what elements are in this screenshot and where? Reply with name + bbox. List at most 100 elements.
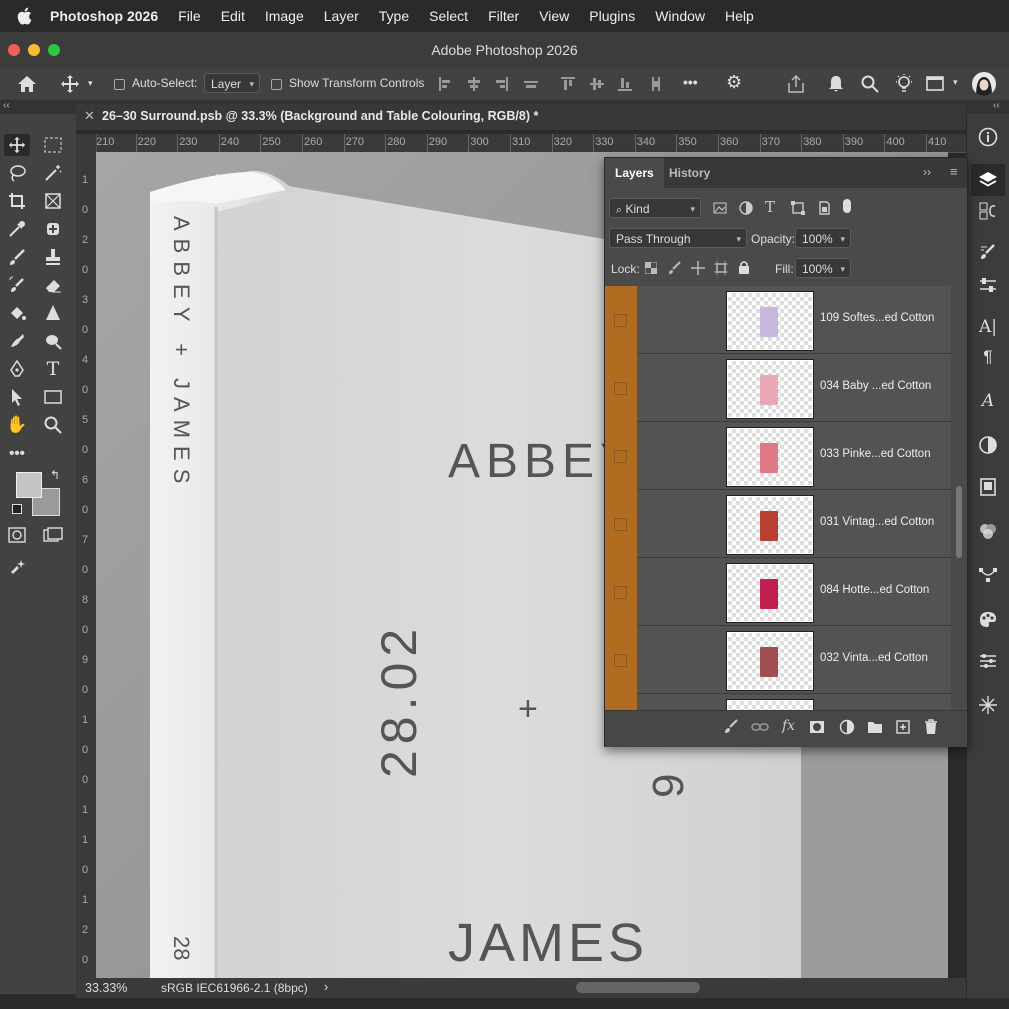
visibility-toggle[interactable]: [614, 654, 627, 667]
collapse-left-icon[interactable]: ‹‹: [3, 100, 10, 111]
document-tab[interactable]: ✕ 26–30 Surround.psb @ 33.3% (Background…: [76, 104, 966, 131]
screen-mode-icon[interactable]: [40, 524, 66, 546]
marquee-tool-icon[interactable]: [40, 134, 66, 156]
vertical-ruler[interactable]: 1 0 2 0 3 0 4 0 5 0 6 0 7 0 8 0 9 0 1 0 0 1 1 0 1 2 0: [76, 134, 97, 978]
history-brush-tool-icon[interactable]: [4, 274, 30, 296]
adjustments-icon[interactable]: [977, 434, 999, 456]
filter-kind-dropdown[interactable]: ⌕ Kind ▾: [609, 198, 701, 218]
pen-tool-icon[interactable]: [4, 358, 30, 380]
auto-select-dropdown[interactable]: Layer ▾: [204, 73, 260, 93]
paths-icon[interactable]: [977, 564, 999, 586]
lock-all-icon[interactable]: [738, 260, 750, 274]
fx-icon[interactable]: fx: [782, 718, 795, 734]
folder-icon[interactable]: [867, 719, 883, 735]
edit-toolbar-icon[interactable]: •••: [4, 442, 30, 464]
menu-window[interactable]: Window: [655, 8, 705, 24]
scrollbar-thumb[interactable]: [956, 486, 962, 558]
show-transform-checkbox[interactable]: [271, 79, 282, 90]
eraser-tool-icon[interactable]: [40, 274, 66, 296]
trash-icon[interactable]: [923, 719, 939, 735]
eyedropper-tool-icon[interactable]: [4, 218, 30, 240]
menu-layer[interactable]: Layer: [324, 8, 359, 24]
collapse-panel-icon[interactable]: ››: [923, 165, 931, 179]
visibility-toggle[interactable]: [614, 586, 627, 599]
zoom-level[interactable]: 33.33%: [85, 981, 127, 995]
menu-help[interactable]: Help: [725, 8, 754, 24]
brush-icon[interactable]: [723, 719, 739, 735]
swatches-icon[interactable]: [977, 608, 999, 630]
bell-icon[interactable]: [826, 74, 846, 94]
menu-image[interactable]: Image: [265, 8, 304, 24]
quick-mask-icon[interactable]: [4, 524, 30, 546]
apple-icon[interactable]: [14, 5, 36, 27]
workspace-icon[interactable]: [926, 76, 946, 92]
properties-icon[interactable]: [977, 650, 999, 672]
default-colors-icon[interactable]: [12, 504, 22, 514]
lightbulb-icon[interactable]: [894, 73, 914, 95]
type-filter-icon[interactable]: T: [765, 198, 775, 216]
layer-row[interactable]: 084 Hotte...ed Cotton: [605, 558, 951, 626]
filter-toggle[interactable]: [843, 199, 851, 213]
link-icon[interactable]: [751, 719, 769, 735]
horizontal-ruler[interactable]: 210 220 230 240 250 260 270 280 290 300 310 320 330 3…: [96, 134, 966, 153]
brush-tool-icon[interactable]: [4, 246, 30, 268]
adjustments-sliders-icon[interactable]: [977, 274, 999, 296]
generative-icon[interactable]: [977, 694, 999, 716]
distribute-icons-group[interactable]: [560, 76, 670, 92]
rectangle-tool-icon[interactable]: [40, 386, 66, 408]
layer-row[interactable]: 109 Softes...ed Cotton: [605, 286, 951, 354]
chevron-down-icon[interactable]: ▾: [88, 78, 93, 89]
libraries-icon[interactable]: [977, 476, 999, 498]
menu-select[interactable]: Select: [429, 8, 468, 24]
character-icon[interactable]: A|: [977, 316, 999, 338]
collapse-right-icon[interactable]: ‹‹: [993, 100, 1000, 111]
close-tab-icon[interactable]: ✕: [84, 108, 95, 124]
paragraph-icon[interactable]: ¶: [977, 346, 999, 368]
layer-row[interactable]: 034 Baby ...ed Cotton: [605, 354, 951, 422]
menu-type[interactable]: Type: [379, 8, 409, 24]
history-icon[interactable]: [977, 200, 999, 222]
layer-row[interactable]: 033 Pinke...ed Cotton: [605, 422, 951, 490]
layers-panel-button[interactable]: [971, 164, 1005, 196]
adjustment-icon[interactable]: [839, 719, 855, 735]
layer-row[interactable]: 031 Vintag...ed Cotton: [605, 490, 951, 558]
auto-select-checkbox[interactable]: [114, 79, 125, 90]
home-icon[interactable]: [17, 75, 37, 93]
swap-colors-icon[interactable]: ↰: [50, 468, 60, 482]
brushes-icon[interactable]: [977, 242, 999, 264]
stamp-tool-icon[interactable]: [40, 246, 66, 268]
new-layer-icon[interactable]: [895, 719, 911, 735]
avatar[interactable]: [972, 72, 996, 96]
panel-menu-icon[interactable]: ≡: [950, 164, 958, 179]
info-icon[interactable]: [977, 126, 999, 148]
move-tool-icon[interactable]: [4, 134, 30, 156]
menu-plugins[interactable]: Plugins: [589, 8, 635, 24]
adjustment-filter-icon[interactable]: [739, 201, 753, 215]
zoom-tool-icon[interactable]: [40, 414, 66, 436]
path-selection-tool-icon[interactable]: [4, 386, 30, 408]
blend-mode-dropdown[interactable]: Pass Through ▾: [609, 228, 747, 248]
lock-pixels-icon[interactable]: [668, 261, 682, 275]
sharpen-tool-icon[interactable]: [40, 302, 66, 324]
opacity-input[interactable]: 100% ▾: [795, 228, 851, 248]
tab-history[interactable]: History: [659, 158, 720, 188]
fill-input[interactable]: 100% ▾: [795, 258, 851, 278]
frame-tool-icon[interactable]: [40, 190, 66, 212]
menu-edit[interactable]: Edit: [221, 8, 245, 24]
smart-object-filter-icon[interactable]: [817, 201, 831, 215]
tab-layers[interactable]: Layers: [605, 158, 664, 188]
layer-row[interactable]: [605, 694, 951, 710]
type-tool-icon[interactable]: T: [40, 358, 66, 380]
paint-bucket-tool-icon[interactable]: [4, 302, 30, 324]
glyphs-icon[interactable]: A: [977, 390, 999, 412]
status-menu-arrow[interactable]: ›: [324, 980, 328, 994]
gear-icon[interactable]: ⚙: [726, 72, 742, 93]
chevron-down-icon[interactable]: ▾: [953, 77, 958, 88]
smudge-tool-icon[interactable]: [4, 330, 30, 352]
foreground-color-swatch[interactable]: [16, 472, 42, 498]
layer-row[interactable]: 032 Vinta...ed Cotton: [605, 626, 951, 694]
search-icon[interactable]: [860, 74, 880, 94]
visibility-toggle[interactable]: [614, 314, 627, 327]
mask-icon[interactable]: [809, 719, 825, 735]
layers-scrollbar[interactable]: [955, 286, 963, 716]
